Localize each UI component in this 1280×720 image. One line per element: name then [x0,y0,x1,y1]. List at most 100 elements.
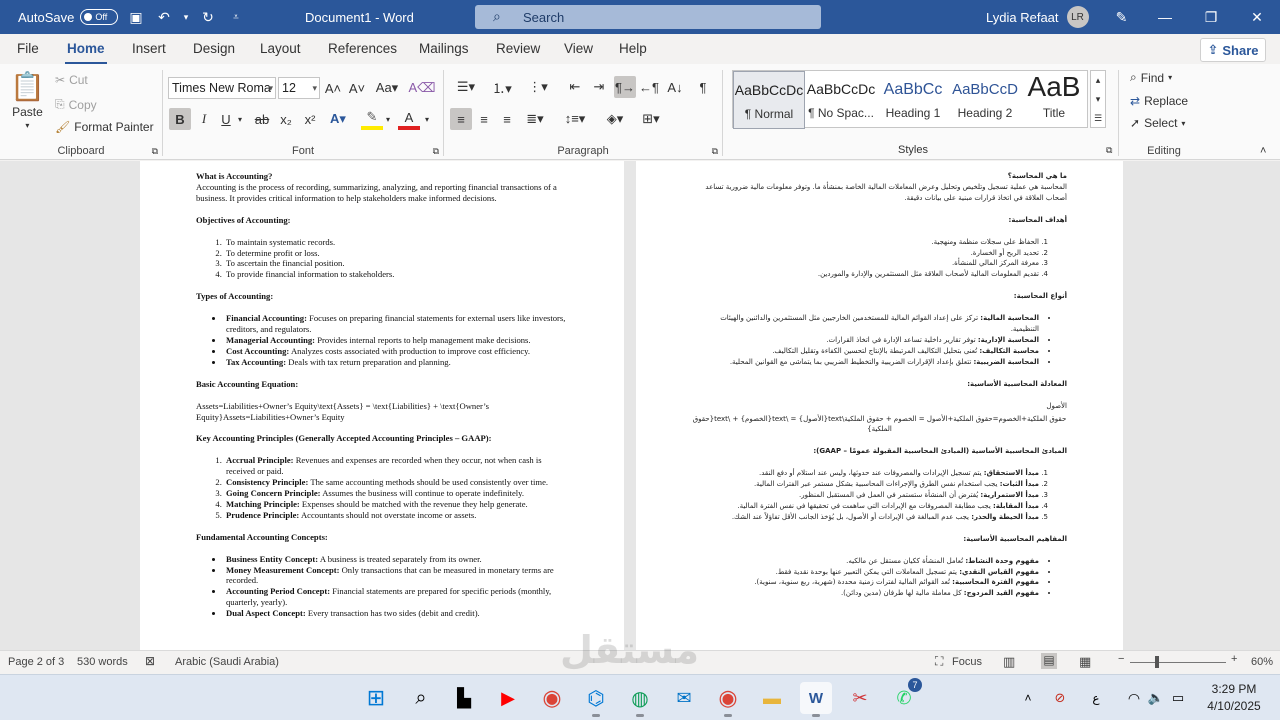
line-spacing-icon[interactable]: ↕≡▾ [560,108,590,130]
justify-icon[interactable]: ≣▾ [520,108,550,130]
copy-button[interactable]: ⎘ Copy [55,97,97,112]
bold-icon[interactable]: B [169,108,191,130]
multilevel-list-icon[interactable]: ⋮▾ [522,76,554,98]
tab-references[interactable]: References [328,41,397,56]
strikethrough-icon[interactable]: ab [251,108,273,130]
outlook-icon[interactable]: ✉ [668,682,700,714]
italic-icon[interactable]: I [193,108,215,130]
chrome-icon[interactable]: ◉ [536,682,568,714]
tab-help[interactable]: Help [619,41,647,56]
input-language[interactable]: ع [1080,682,1112,714]
dialog-launcher-icon[interactable]: ⧉ [433,146,439,157]
redo-icon[interactable]: ↻ [197,6,219,28]
tab-review[interactable]: Review [496,41,540,56]
align-center-icon[interactable]: ≡ [473,108,495,130]
autosave-control[interactable]: AutoSave Off [18,0,119,34]
change-case-icon[interactable]: Aa▾ [371,77,403,99]
edge-icon[interactable]: ◍ [624,682,656,717]
clear-formatting-icon[interactable]: A⌫ [408,77,435,99]
zoom-in-icon[interactable]: + [1231,653,1237,665]
minimize-icon[interactable]: — [1142,0,1188,34]
language[interactable]: Arabic (Saudi Arabia) [175,656,279,668]
snipping-tool-icon[interactable]: ✂ [844,682,876,714]
bullets-icon[interactable]: ☰▾ [450,76,482,98]
network-status-icon[interactable]: ⊘ [1044,682,1076,714]
subscript-icon[interactable]: x₂ [275,108,297,130]
chevron-down-icon[interactable]: ▾ [377,108,399,130]
tab-view[interactable]: View [564,41,593,56]
web-layout-icon[interactable]: ▦ [1079,654,1091,670]
tab-mailings[interactable]: Mailings [419,41,469,56]
page-english[interactable]: What is Accounting? Accounting is the pr… [140,161,624,650]
rtl-direction-icon[interactable]: ←¶ [638,76,660,98]
find-button[interactable]: ⌕ Find ▾ [1130,70,1172,85]
word-icon[interactable]: W [800,682,832,717]
clock[interactable]: 3:29 PM 4/10/2025 [1198,681,1270,715]
borders-icon[interactable]: ⊞▾ [636,108,666,130]
increase-indent-icon[interactable]: ⇥ [588,76,610,98]
youtube-icon[interactable]: ▶ [492,682,524,714]
shading-icon[interactable]: ◈▾ [600,108,630,130]
tab-insert[interactable]: Insert [132,41,166,56]
styles-scroll[interactable]: ▴ ▾ ☰ [1090,70,1106,128]
text-effects-icon[interactable]: A▾ [327,108,349,130]
proofing-icon[interactable]: ⊠ [145,654,155,668]
grow-font-icon[interactable]: A˄ [322,77,344,99]
shrink-font-icon[interactable]: A˅ [346,77,368,99]
chevron-down-icon[interactable]: ▾ [181,6,191,28]
customize-toolbar-icon[interactable]: ⩡ [225,6,247,28]
tab-design[interactable]: Design [193,41,235,56]
style-title[interactable]: AaB Title [1021,71,1087,129]
style-normal[interactable]: AaBbCcDc ¶ Normal [733,71,805,129]
whatsapp-icon[interactable]: ✆ 7 [888,678,922,714]
collapse-ribbon-icon[interactable]: ˄ [1260,145,1266,157]
decrease-indent-icon[interactable]: ⇤ [564,76,586,98]
vscode-icon[interactable]: ⌬ [580,682,612,717]
tab-home[interactable]: Home [65,41,107,65]
dialog-launcher-icon[interactable]: ⧉ [712,146,718,157]
user-name[interactable]: Lydia Refaat [986,10,1059,25]
save-icon[interactable]: ▣ [125,6,147,28]
style-no-spacing[interactable]: AaBbCcDc ¶ No Spac... [805,71,877,129]
style-heading-1[interactable]: AaBbCc Heading 1 [877,71,949,129]
superscript-icon[interactable]: x² [299,108,321,130]
focus-button[interactable]: Focus [952,656,982,668]
tab-layout[interactable]: Layout [260,41,301,56]
align-right-icon[interactable]: ≡ [496,108,518,130]
word-count[interactable]: 530 words [77,656,128,668]
ltr-direction-icon[interactable]: ¶→ [614,76,636,98]
zoom-slider[interactable] [1130,662,1226,663]
zoom-slider-thumb[interactable] [1154,656,1159,668]
align-left-icon[interactable]: ≡ [450,108,472,130]
close-icon[interactable]: ✕ [1234,0,1280,34]
chevron-up-icon[interactable]: ˄ [1012,682,1044,714]
cut-button[interactable]: ✂ Cut [55,73,88,87]
show-marks-icon[interactable]: ¶ [692,76,714,98]
search-icon[interactable]: ⌕ [405,682,437,714]
chevron-down-icon[interactable]: ▾ [416,108,438,130]
avatar[interactable]: LR [1066,6,1089,28]
zoom-level[interactable]: 60% [1251,656,1273,668]
battery-icon[interactable]: ▭ [1162,682,1194,714]
pen-icon[interactable]: ✎ [1111,6,1133,28]
chrome-profile-icon[interactable]: ◉ [712,682,744,717]
undo-icon[interactable]: ↶ [153,6,175,28]
dialog-launcher-icon[interactable]: ⧉ [1106,145,1112,156]
restore-icon[interactable]: ❐ [1188,0,1234,34]
font-size-combo[interactable]: 12 ▾ [278,77,320,99]
autosave-toggle[interactable]: Off [80,9,119,25]
style-heading-2[interactable]: AaBbCcD Heading 2 [949,71,1021,129]
read-mode-icon[interactable]: ▥ [1003,654,1015,670]
tab-file[interactable]: File [17,41,39,56]
format-painter-button[interactable]: 🖌 Format Painter [55,120,154,134]
chevron-down-icon[interactable]: ▾ [229,108,251,130]
font-name-combo[interactable]: Times New Roma ▾ [168,77,276,99]
folder-icon[interactable]: ▬ [756,682,788,714]
replace-button[interactable]: ⇄ Replace [1130,94,1188,108]
page-count[interactable]: Page 2 of 3 [8,656,64,668]
print-layout-icon[interactable]: ▤ [1041,653,1057,669]
page-arabic[interactable]: ما هي المحاسبة؟ المحاسبة هي عملية تسجيل … [636,161,1123,650]
search-box[interactable]: ⌕ Search [475,5,821,29]
zoom-out-icon[interactable]: − [1118,653,1124,665]
dialog-launcher-icon[interactable]: ⧉ [152,146,158,157]
